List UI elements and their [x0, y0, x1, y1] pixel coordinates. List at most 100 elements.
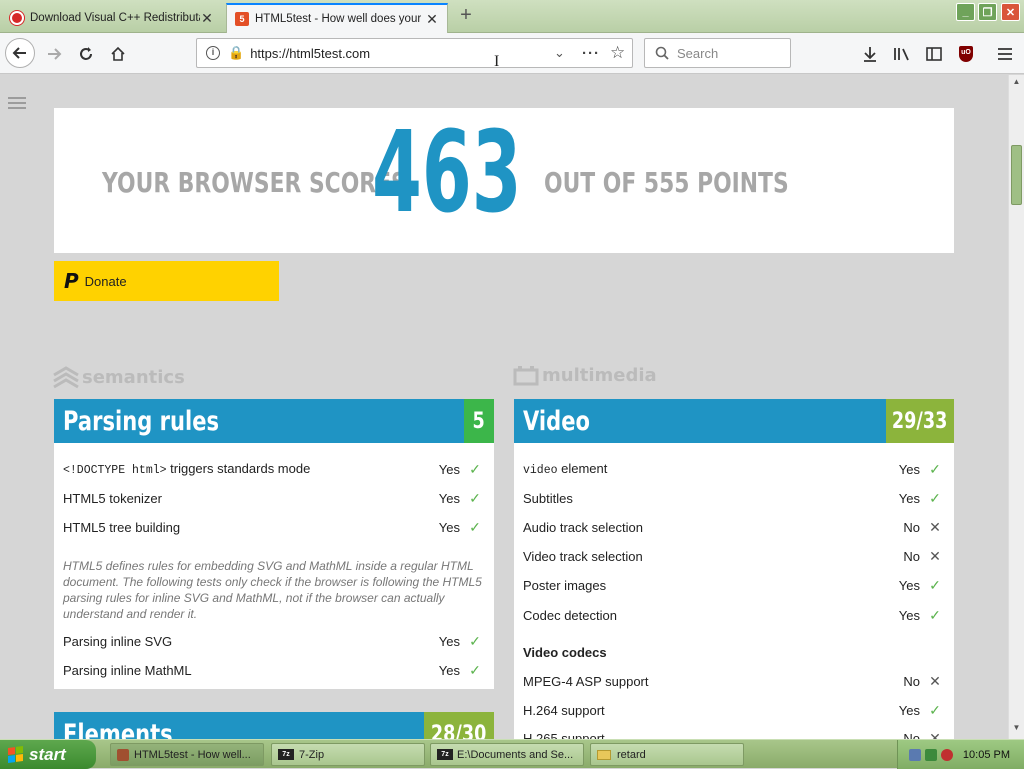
taskbar-item-label: HTML5test - How well... [134, 748, 251, 761]
test-row[interactable]: Video track selection No ✕ [523, 545, 942, 567]
opera-icon [10, 11, 24, 25]
panel-header[interactable]: Parsing rules [54, 399, 494, 443]
panel-score: 5 [464, 399, 494, 443]
scroll-down-icon[interactable]: ▼ [1011, 723, 1022, 735]
chevron-down-icon[interactable]: ⌄ [554, 45, 565, 61]
test-result: Yes [898, 461, 920, 477]
start-button[interactable]: start [0, 740, 96, 769]
tray-icon-network[interactable] [908, 748, 921, 761]
test-row[interactable]: Parsing inline SVG Yes ✓ [63, 630, 482, 652]
info-icon[interactable]: i [206, 46, 220, 60]
7zip-icon: 7z [437, 749, 453, 760]
tab-html5test[interactable]: 5 HTML5test - How well does your b ✕ [226, 3, 448, 33]
score-suffix: OUT OF 555 POINTS [544, 166, 789, 199]
page-actions-icon[interactable]: ··· [582, 45, 600, 62]
taskbar-item-browser[interactable]: HTML5test - How well... [110, 743, 264, 766]
cross-icon: ✕ [929, 729, 941, 740]
check-icon: ✓ [929, 489, 941, 506]
test-row[interactable]: <!DOCTYPE html> triggers standards mode … [63, 458, 482, 480]
test-label: Codec detection [523, 607, 617, 623]
taskbar-item-7zip[interactable]: 7z 7-Zip [271, 743, 425, 766]
test-row[interactable]: Parsing inline MathML Yes ✓ [63, 659, 482, 681]
ublock-button[interactable]: uO [952, 40, 980, 68]
test-result: Yes [438, 633, 460, 649]
parsing-rules-panel: Parsing rules 5 <!DOCTYPE html> triggers… [54, 399, 494, 689]
forward-button[interactable] [40, 40, 68, 68]
score-prefix: YOUR BROWSER SCORES [102, 166, 407, 199]
cross-icon: ✕ [929, 672, 941, 689]
lock-icon: 🔒 [228, 45, 245, 60]
sidebar-button[interactable] [920, 40, 948, 68]
film-icon [513, 365, 539, 385]
test-row[interactable]: H.265 support No ✕ [523, 727, 942, 740]
test-row[interactable]: H.264 support Yes ✓ [523, 699, 942, 721]
tab-visual-cpp[interactable]: Download Visual C++ Redistributa ✕ [2, 3, 222, 33]
start-label: start [29, 744, 66, 764]
taskbar-item-explorer-7zip[interactable]: 7z E:\Documents and Se... [430, 743, 584, 766]
test-row[interactable]: Audio track selection No ✕ [523, 516, 942, 538]
new-tab-button[interactable]: + [455, 4, 477, 27]
paypal-icon: P [64, 269, 79, 293]
test-row[interactable]: HTML5 tree building Yes ✓ [63, 516, 482, 538]
downloads-button[interactable] [856, 40, 884, 68]
search-box[interactable]: Search [644, 38, 791, 68]
library-icon [894, 48, 909, 61]
folder-icon [597, 749, 611, 760]
test-row[interactable]: Poster images Yes ✓ [523, 574, 942, 596]
scrollbar-thumb[interactable] [1011, 145, 1022, 205]
home-button[interactable] [104, 40, 132, 68]
vertical-scrollbar[interactable]: ▲ ▼ [1008, 75, 1024, 739]
parsing-note: HTML5 defines rules for embedding SVG an… [63, 559, 482, 621]
library-button[interactable] [888, 40, 916, 68]
text-cursor-icon: I [494, 53, 500, 70]
close-window-button[interactable]: ✕ [1001, 3, 1020, 21]
score-value: 463 [372, 108, 522, 238]
url-text[interactable]: https://html5test.com [250, 46, 370, 61]
test-label: Poster images [523, 577, 607, 593]
test-label: HTML5 tokenizer [63, 490, 162, 506]
check-icon: ✓ [929, 460, 941, 477]
tab-strip: Download Visual C++ Redistributa ✕ 5 HTM… [0, 0, 1024, 33]
7zip-icon: 7z [278, 749, 294, 760]
reload-button[interactable] [72, 40, 100, 68]
test-result: No [903, 730, 920, 740]
test-label: Parsing inline SVG [63, 633, 173, 649]
scroll-up-icon[interactable]: ▲ [1011, 77, 1022, 89]
bookmark-star-icon[interactable]: ☆ [610, 43, 625, 63]
close-icon[interactable]: ✕ [200, 10, 214, 27]
minimize-button[interactable]: _ [956, 3, 975, 21]
taskbar-item-folder[interactable]: retard [590, 743, 744, 766]
category-semantics: semantics [53, 365, 185, 389]
html5-icon: 5 [235, 12, 249, 26]
tray-icon-security[interactable] [940, 748, 953, 761]
code-doctype: <!DOCTYPE html> [63, 464, 167, 477]
test-row[interactable]: video element Yes ✓ [523, 458, 942, 480]
home-icon [111, 46, 125, 61]
check-icon: ✓ [469, 460, 481, 477]
panel-score: 29/33 [886, 399, 954, 443]
download-icon [864, 47, 876, 62]
test-row[interactable]: HTML5 tokenizer Yes ✓ [63, 487, 482, 509]
test-row[interactable]: Codec detection Yes ✓ [523, 604, 942, 626]
back-button[interactable] [5, 38, 35, 68]
score-banner: YOUR BROWSER SCORES 463 OUT OF 555 POINT… [54, 108, 954, 253]
donate-button[interactable]: P Donate [54, 261, 279, 301]
address-bar[interactable]: i 🔒 https://html5test.com ⌄ ··· ☆ [196, 38, 633, 68]
panel-title: Elements [63, 718, 173, 740]
test-row[interactable]: Subtitles Yes ✓ [523, 487, 942, 509]
test-label: H.264 support [523, 702, 605, 718]
navigation-toolbar: i 🔒 https://html5test.com ⌄ ··· ☆ Search… [0, 33, 1024, 74]
test-result: No [903, 519, 920, 535]
test-row[interactable]: MPEG-4 ASP support No ✕ [523, 670, 942, 692]
test-result: Yes [898, 702, 920, 718]
menu-button[interactable] [991, 40, 1019, 68]
layers-icon [53, 366, 79, 389]
tray-icon-app[interactable] [924, 748, 937, 761]
hamburger-menu-icon[interactable] [8, 97, 26, 112]
test-label: Parsing inline MathML [63, 662, 192, 678]
test-result: Yes [898, 607, 920, 623]
restore-button[interactable]: ❐ [978, 3, 997, 21]
test-label: triggers standards mode [166, 461, 311, 476]
arrow-right-icon [48, 48, 62, 60]
close-icon[interactable]: ✕ [425, 11, 439, 28]
